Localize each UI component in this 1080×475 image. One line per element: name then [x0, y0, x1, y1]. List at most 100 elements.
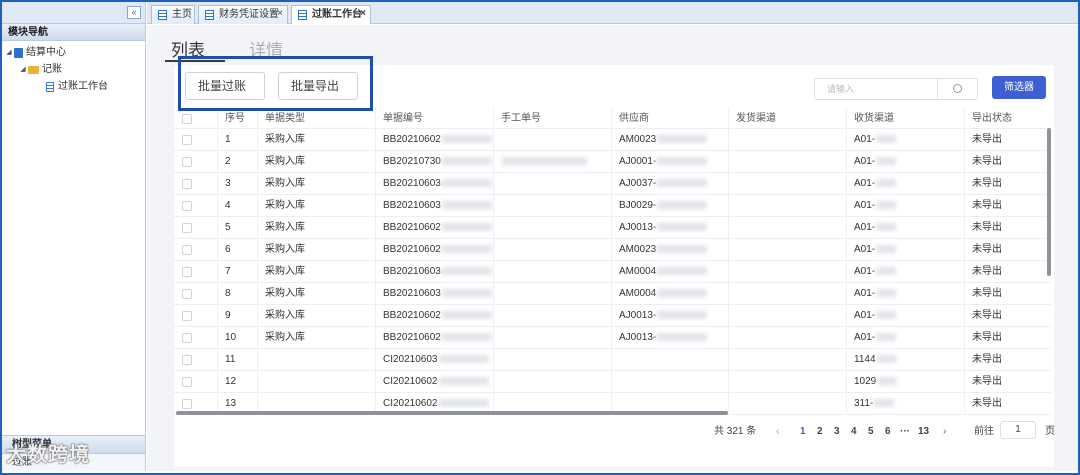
redacted-value	[441, 333, 492, 342]
table-cell-doc: CI20210602	[375, 371, 493, 393]
next-page-icon[interactable]: ›	[943, 421, 946, 443]
table-cell-type: 采购入库	[257, 305, 375, 327]
tab-label: 财务凭证设置	[219, 9, 279, 20]
table-row[interactable]: 12 CI20210602 1029 未导出	[174, 371, 1052, 393]
table-row[interactable]: 8 采购入库 BB20210603 AM0004 A01- 未导出	[174, 283, 1052, 305]
table-body: 1 采购入库 BB20210602 AM0023 A01- 未导出 2 采购入库 BB20210…	[174, 129, 1052, 415]
table-cell-send	[728, 371, 846, 393]
more-pages[interactable]: ···	[900, 421, 910, 443]
row-checkbox[interactable]	[182, 179, 192, 189]
page-icon	[298, 10, 307, 20]
tab-label: 主页	[172, 9, 192, 20]
redacted-value	[876, 135, 897, 144]
redacted-value	[657, 157, 708, 166]
table-row[interactable]: 1 采购入库 BB20210602 AM0023 A01- 未导出	[174, 129, 1052, 151]
page-1[interactable]: 1	[800, 421, 806, 443]
cell-text: AJ0001-	[619, 156, 657, 167]
page-6[interactable]: 6	[885, 421, 891, 443]
cell-text: A01-	[854, 178, 876, 189]
tab-posting-workbench[interactable]: 过账工作台 ×	[291, 5, 371, 24]
cell-text: 11	[225, 354, 236, 365]
redacted-value	[441, 223, 492, 232]
tree-expand-icon[interactable]: ◢	[4, 44, 14, 61]
table-cell-status: 未导出	[964, 239, 1047, 261]
select-all-checkbox[interactable]	[182, 114, 192, 124]
table-cell-no: 6	[217, 239, 257, 261]
row-checkbox[interactable]	[182, 399, 192, 409]
table-row[interactable]: 3 采购入库 BB20210603 AJ0037- A01- 未导出	[174, 173, 1052, 195]
search-input[interactable]: 请输入	[814, 78, 978, 100]
table-cell-doc: BB20210602	[375, 239, 493, 261]
table-row[interactable]: 4 采购入库 BB20210603 BJ0029- A01- 未导出	[174, 195, 1052, 217]
row-checkbox[interactable]	[182, 355, 192, 365]
column-header: 收货渠道	[846, 108, 964, 130]
table-row[interactable]: 2 采购入库 BB20210730 AJ0001- A01- 未导出	[174, 151, 1052, 173]
tab-voucher-settings[interactable]: 财务凭证设置 ×	[198, 5, 288, 24]
search-icon[interactable]	[953, 84, 962, 93]
cell-text: CI20210602	[383, 398, 438, 409]
tree-node-posting-workbench[interactable]: 过账工作台	[2, 78, 145, 95]
table-cell-receive: A01-	[846, 173, 964, 195]
cell-text: 8	[225, 288, 231, 299]
tree-node-bookkeeping[interactable]: ◢ 记账	[2, 61, 145, 78]
tree-node-settlement-center[interactable]: ◢ 结算中心	[2, 44, 145, 61]
table-cell-send	[728, 283, 846, 305]
page-3[interactable]: 3	[834, 421, 840, 443]
tree-expand-icon[interactable]: ◢	[18, 61, 28, 78]
row-checkbox[interactable]	[182, 157, 192, 167]
page-5[interactable]: 5	[868, 421, 874, 443]
row-checkbox[interactable]	[182, 135, 192, 145]
cell-text: AM0023	[619, 244, 657, 255]
tab-home[interactable]: 主页	[151, 5, 195, 24]
row-checkbox[interactable]	[182, 311, 192, 321]
row-checkbox[interactable]	[182, 223, 192, 233]
table-cell-doc: BB20210602	[375, 327, 493, 349]
collapse-sidebar-button[interactable]: «	[127, 6, 141, 19]
table-cell-send	[728, 129, 846, 151]
table-cell-manual	[493, 349, 611, 371]
table-cell-doc: BB20210730	[375, 151, 493, 173]
cell-text: 13	[225, 398, 237, 409]
row-checkbox[interactable]	[182, 333, 192, 343]
redacted-value	[657, 135, 708, 144]
list-panel: 批量过账 批量导出 请输入 筛选器 序号 单据类型 单据编号 手工单号 供应商 …	[174, 65, 1055, 467]
table-row[interactable]: 6 采购入库 BB20210602 AM0023 A01- 未导出	[174, 239, 1052, 261]
cell-text: BB20210603	[383, 178, 441, 189]
page-2[interactable]: 2	[817, 421, 823, 443]
page-13[interactable]: 13	[918, 421, 929, 443]
table-cell-manual	[493, 371, 611, 393]
cell-text: A01-	[854, 200, 876, 211]
table-row[interactable]: 7 采购入库 BB20210603 AM0004 A01- 未导出	[174, 261, 1052, 283]
table-row[interactable]: 5 采购入库 BB20210602 AJ0013- A01- 未导出	[174, 217, 1052, 239]
prev-page-icon[interactable]: ‹	[776, 421, 779, 443]
table-cell-supplier	[611, 371, 728, 393]
table-cell-type: 采购入库	[257, 217, 375, 239]
row-checkbox[interactable]	[182, 201, 192, 211]
row-checkbox[interactable]	[182, 289, 192, 299]
close-icon[interactable]: ×	[277, 5, 283, 23]
table-cell-doc: BB20210603	[375, 261, 493, 283]
table-cell-type: 采购入库	[257, 129, 375, 151]
page-4[interactable]: 4	[851, 421, 857, 443]
row-checkbox[interactable]	[182, 377, 192, 387]
cell-text: A01-	[854, 288, 876, 299]
horizontal-scrollbar[interactable]	[176, 411, 728, 415]
folder-icon	[28, 65, 39, 74]
vertical-scrollbar[interactable]	[1047, 128, 1051, 276]
cell-text: BB20210602	[383, 310, 441, 321]
table-row[interactable]: 10 采购入库 BB20210602 AJ0013- A01- 未导出	[174, 327, 1052, 349]
row-checkbox[interactable]	[182, 245, 192, 255]
goto-page-input[interactable]: 1	[1000, 421, 1036, 439]
redacted-value	[877, 377, 898, 386]
row-checkbox[interactable]	[182, 267, 192, 277]
cell-text: 未导出	[972, 178, 1002, 189]
cell-text: 采购入库	[265, 288, 305, 299]
filter-button[interactable]: 筛选器	[992, 76, 1046, 99]
redacted-value	[657, 179, 708, 188]
redacted-value	[874, 399, 895, 408]
cell-text: 采购入库	[265, 222, 305, 233]
table-row[interactable]: 11 CI20210603 1144 未导出	[174, 349, 1052, 371]
redacted-value	[657, 311, 708, 320]
table-row[interactable]: 9 采购入库 BB20210602 AJ0013- A01- 未导出	[174, 305, 1052, 327]
close-icon[interactable]: ×	[360, 5, 366, 23]
